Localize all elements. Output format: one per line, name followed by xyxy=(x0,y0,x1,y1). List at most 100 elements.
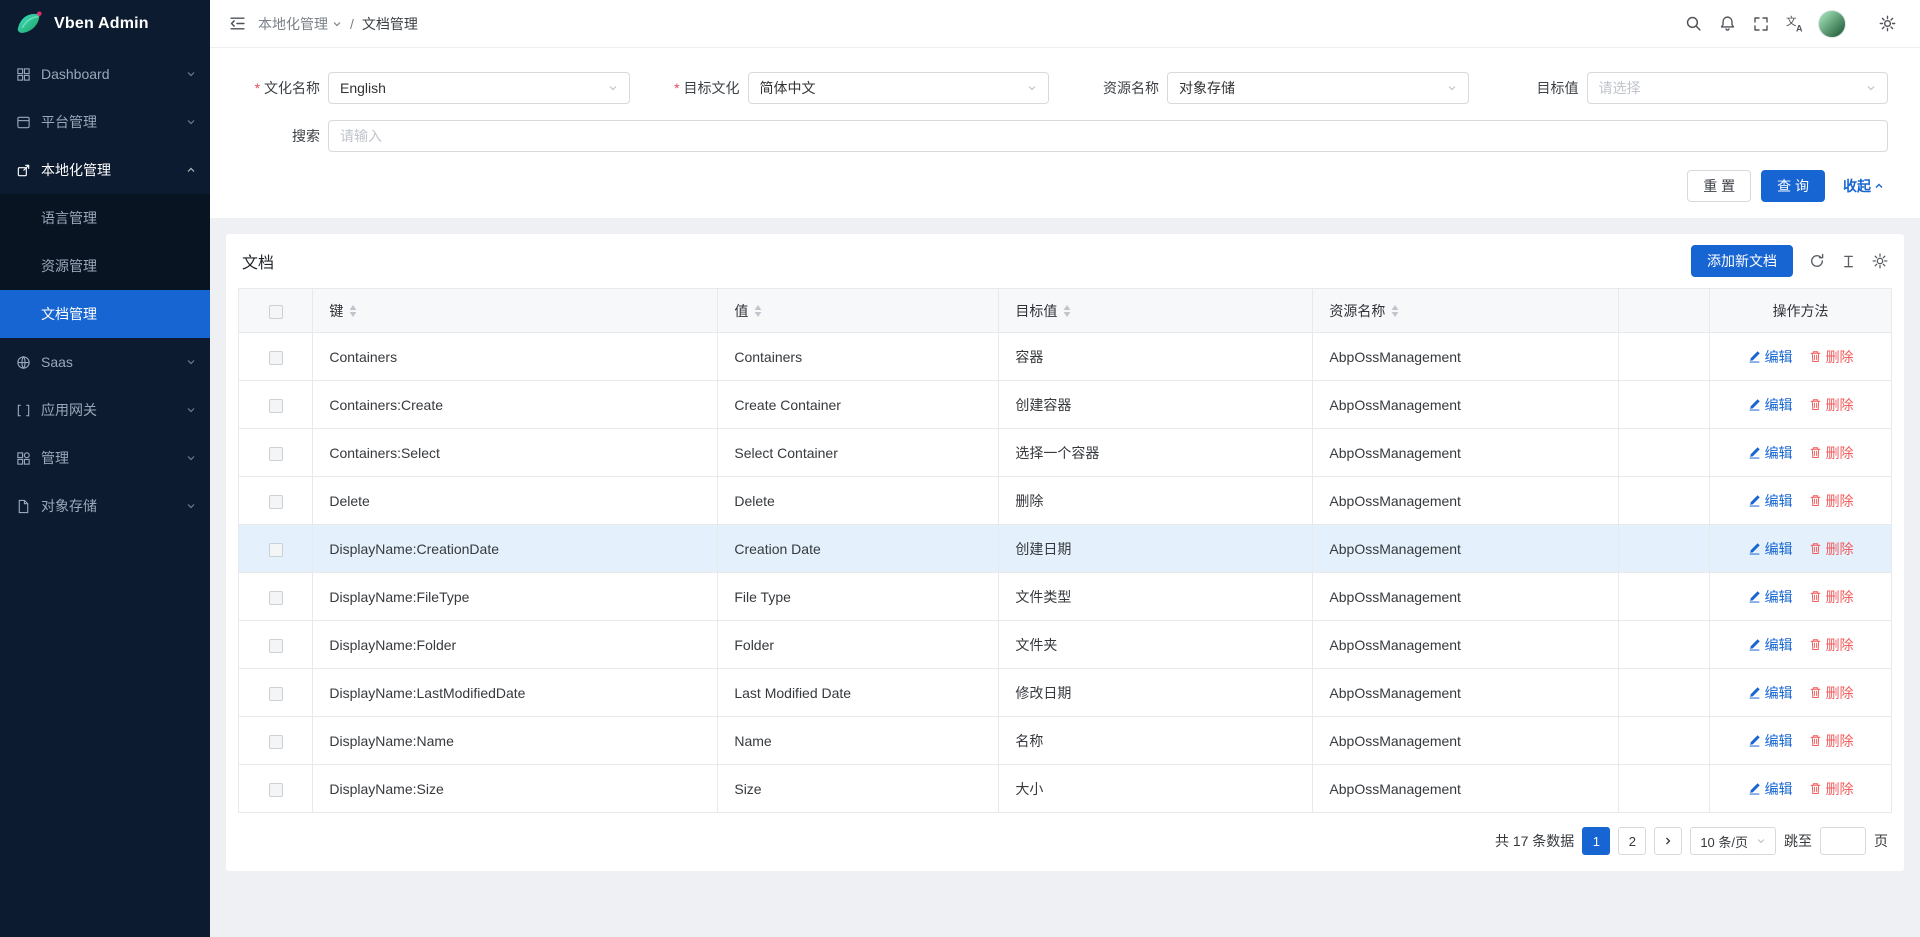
table-row: Containers:Create Create Container 创建容器 … xyxy=(239,381,1892,429)
edit-button[interactable]: 编辑 xyxy=(1748,731,1793,751)
column-header-4 xyxy=(1619,289,1710,333)
sidebar-item-5[interactable]: 管理 xyxy=(0,434,210,482)
row-checkbox[interactable] xyxy=(269,591,283,605)
column-header-0[interactable]: 键 xyxy=(313,289,718,333)
edit-button[interactable]: 编辑 xyxy=(1748,587,1793,607)
field-search: 搜索 xyxy=(234,120,1888,152)
logo-icon xyxy=(14,9,44,39)
target-culture-select[interactable]: 简体中文 xyxy=(748,72,1050,104)
row-checkbox[interactable] xyxy=(269,543,283,557)
sidebar-item-4[interactable]: 应用网关 xyxy=(0,386,210,434)
delete-button[interactable]: 删除 xyxy=(1809,587,1854,607)
next-page-button[interactable] xyxy=(1654,827,1682,855)
sidebar-item-label: Dashboard xyxy=(41,66,186,82)
target-value-select[interactable]: 请选择 xyxy=(1587,72,1889,104)
edit-button[interactable]: 编辑 xyxy=(1748,635,1793,655)
sidebar-subitem-1[interactable]: 资源管理 xyxy=(0,242,210,290)
delete-button[interactable]: 删除 xyxy=(1809,635,1854,655)
culture-name-select[interactable]: English xyxy=(328,72,630,104)
search-input[interactable] xyxy=(328,120,1888,152)
storage-icon xyxy=(14,499,32,514)
row-checkbox[interactable] xyxy=(269,399,283,413)
cell-value: Folder xyxy=(718,621,999,669)
edit-button[interactable]: 编辑 xyxy=(1748,395,1793,415)
cell-target-value: 选择一个容器 xyxy=(999,429,1313,477)
page-size-select[interactable]: 10 条/页 xyxy=(1690,827,1776,855)
column-settings-icon[interactable] xyxy=(1872,253,1888,269)
row-checkbox[interactable] xyxy=(269,639,283,653)
sidebar-item-6[interactable]: 对象存储 xyxy=(0,482,210,530)
chevron-down-icon xyxy=(186,357,196,367)
cell-target-value: 删除 xyxy=(999,477,1313,525)
trash-icon xyxy=(1809,542,1822,555)
bell-icon[interactable] xyxy=(1710,7,1744,41)
filter-card: 文化名称 English 目标文化 简体中文 xyxy=(210,48,1920,218)
row-checkbox[interactable] xyxy=(269,351,283,365)
table-row: DisplayName:Folder Folder 文件夹 AbpOssMana… xyxy=(239,621,1892,669)
row-height-icon[interactable] xyxy=(1841,254,1856,269)
sidebar-subitem-0[interactable]: 语言管理 xyxy=(0,194,210,242)
sort-icons xyxy=(349,305,357,317)
collapse-link[interactable]: 收起 xyxy=(1843,176,1884,196)
sidebar-item-3[interactable]: Saas xyxy=(0,338,210,386)
pencil-icon xyxy=(1748,686,1761,699)
edit-button[interactable]: 编辑 xyxy=(1748,443,1793,463)
table-wrap: 键 值 目标值 资源名称 操作方法 Containers Containers … xyxy=(226,288,1904,813)
sidebar-subitem-2[interactable]: 文档管理 xyxy=(0,290,210,338)
fullscreen-icon[interactable] xyxy=(1744,7,1778,41)
delete-button[interactable]: 删除 xyxy=(1809,779,1854,799)
page-button-2[interactable]: 2 xyxy=(1618,827,1646,855)
avatar[interactable] xyxy=(1818,10,1846,38)
column-header-3[interactable]: 资源名称 xyxy=(1313,289,1619,333)
breadcrumb-separator: / xyxy=(350,16,354,32)
delete-button[interactable]: 删除 xyxy=(1809,395,1854,415)
row-checkbox[interactable] xyxy=(269,687,283,701)
cell-value: Last Modified Date xyxy=(718,669,999,717)
pencil-icon xyxy=(1748,494,1761,507)
cell-key: Containers xyxy=(313,333,718,381)
table-row: Containers Containers 容器 AbpOssManagemen… xyxy=(239,333,1892,381)
field-label: 目标值 xyxy=(1493,78,1579,98)
field-target-value: 目标值 请选择 xyxy=(1493,72,1889,104)
select-all-checkbox[interactable] xyxy=(269,305,283,319)
settings-gear-icon[interactable] xyxy=(1870,7,1904,41)
edit-button[interactable]: 编辑 xyxy=(1748,347,1793,367)
column-header-1[interactable]: 值 xyxy=(718,289,999,333)
delete-button[interactable]: 删除 xyxy=(1809,683,1854,703)
jump-to-page: 跳至 页 xyxy=(1784,827,1888,855)
edit-button[interactable]: 编辑 xyxy=(1748,683,1793,703)
row-checkbox[interactable] xyxy=(269,783,283,797)
edit-button[interactable]: 编辑 xyxy=(1748,539,1793,559)
sidebar-fold-icon[interactable] xyxy=(220,7,254,41)
delete-button[interactable]: 删除 xyxy=(1809,539,1854,559)
breadcrumb-parent[interactable]: 本地化管理 xyxy=(258,14,342,34)
edit-button[interactable]: 编辑 xyxy=(1748,491,1793,511)
page-button-1[interactable]: 1 xyxy=(1582,827,1610,855)
add-document-button[interactable]: 添加新文档 xyxy=(1691,245,1793,277)
column-header-2[interactable]: 目标值 xyxy=(999,289,1313,333)
row-checkbox[interactable] xyxy=(269,735,283,749)
reset-button[interactable]: 重 置 xyxy=(1687,170,1751,202)
delete-button[interactable]: 删除 xyxy=(1809,347,1854,367)
query-button[interactable]: 查 询 xyxy=(1761,170,1825,202)
delete-button[interactable]: 删除 xyxy=(1809,491,1854,511)
translate-icon[interactable]: 文A xyxy=(1778,7,1812,41)
delete-button[interactable]: 删除 xyxy=(1809,443,1854,463)
sidebar-item-0[interactable]: Dashboard xyxy=(0,50,210,98)
row-checkbox[interactable] xyxy=(269,495,283,509)
search-icon[interactable] xyxy=(1676,7,1710,41)
sidebar-item-2[interactable]: 本地化管理 xyxy=(0,146,210,194)
localization-icon xyxy=(14,163,32,178)
chevron-up-icon xyxy=(1874,181,1884,191)
resource-name-select[interactable]: 对象存储 xyxy=(1167,72,1469,104)
trash-icon xyxy=(1809,782,1822,795)
logo[interactable]: Vben Admin xyxy=(0,0,210,48)
edit-button[interactable]: 编辑 xyxy=(1748,779,1793,799)
row-checkbox[interactable] xyxy=(269,447,283,461)
refresh-icon[interactable] xyxy=(1809,253,1825,269)
trash-icon xyxy=(1809,686,1822,699)
jump-page-input[interactable] xyxy=(1820,827,1866,855)
sidebar-item-1[interactable]: 平台管理 xyxy=(0,98,210,146)
delete-button[interactable]: 删除 xyxy=(1809,731,1854,751)
cell-resource-name: AbpOssManagement xyxy=(1313,573,1619,621)
